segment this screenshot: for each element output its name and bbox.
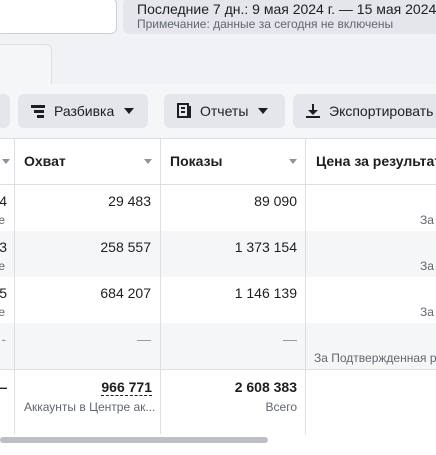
sort-icon <box>2 159 10 164</box>
tab-active[interactable] <box>0 44 52 86</box>
breakdown-label: Разбивка <box>54 103 115 119</box>
download-icon <box>305 103 321 119</box>
row-left-value: 4 <box>0 193 7 209</box>
reach-value: 29 483 <box>108 193 151 209</box>
totals-reach-value[interactable]: 966 771 <box>101 379 152 396</box>
search-box[interactable] <box>0 0 117 34</box>
reach-value: — <box>137 331 151 347</box>
column-header-left[interactable] <box>0 138 14 185</box>
column-divider <box>305 138 306 434</box>
table-row-bg <box>0 231 436 277</box>
scrollbar-thumb[interactable] <box>0 437 268 443</box>
row-left-value: 5 <box>0 285 7 301</box>
cost-sub: За <box>420 213 434 227</box>
breakdown-icon <box>30 103 46 119</box>
column-header-impressions[interactable]: Показы <box>161 138 305 185</box>
column-header-impressions-label: Показы <box>170 153 223 169</box>
tab-row <box>0 40 436 84</box>
row-left-sub: е <box>0 259 5 273</box>
cost-sub: За Подтвержденная р <box>314 351 436 365</box>
column-divider <box>14 138 15 434</box>
chevron-down-icon <box>124 108 135 114</box>
reports-label: Отчеты <box>200 103 249 119</box>
row-left-sub: е <box>0 305 5 319</box>
export-label: Экспортировать <box>329 103 434 119</box>
column-header-cost-label: Цена за результат <box>316 153 436 169</box>
totals-impressions-sub: Всего <box>265 400 297 414</box>
column-header-cost-per-result[interactable]: Цена за результат <box>306 138 436 185</box>
impressions-value: 1 373 154 <box>234 239 297 255</box>
impressions-value: — <box>283 331 297 347</box>
column-header-reach-label: Охват <box>24 153 66 169</box>
export-button[interactable]: Экспортировать <box>293 94 436 128</box>
breakdown-button[interactable]: Разбивка <box>18 94 148 128</box>
reports-icon <box>176 103 192 119</box>
impressions-value: 1 146 139 <box>234 285 297 301</box>
sort-icon <box>289 159 297 164</box>
impressions-value: 89 090 <box>254 193 297 209</box>
reach-value: 684 207 <box>100 285 151 301</box>
totals-reach-sub: Аккаунты в Центре ак... <box>24 400 156 414</box>
row-left-value: 3 <box>0 239 7 255</box>
chevron-down-icon <box>258 108 269 114</box>
sort-icon <box>144 159 152 164</box>
row-left-value: - <box>1 331 6 347</box>
reports-button[interactable]: Отчеты <box>164 94 285 128</box>
reach-value: 258 557 <box>100 239 151 255</box>
totals-divider <box>0 369 436 370</box>
date-range-note: Примечание: данные за сегодня не включен… <box>137 17 394 31</box>
cost-sub: За <box>420 259 434 273</box>
column-header-reach[interactable]: Охват <box>15 138 160 185</box>
cost-sub: За <box>420 305 434 319</box>
toolbar-left-button[interactable] <box>0 94 10 128</box>
date-range-label: Последние 7 дн.: 9 мая 2024 г. — 15 мая … <box>137 1 436 17</box>
totals-impressions-value: 2 608 383 <box>234 379 297 395</box>
column-divider <box>160 138 161 434</box>
row-left-sub: е <box>0 213 5 227</box>
totals-left-value: — <box>0 379 7 395</box>
